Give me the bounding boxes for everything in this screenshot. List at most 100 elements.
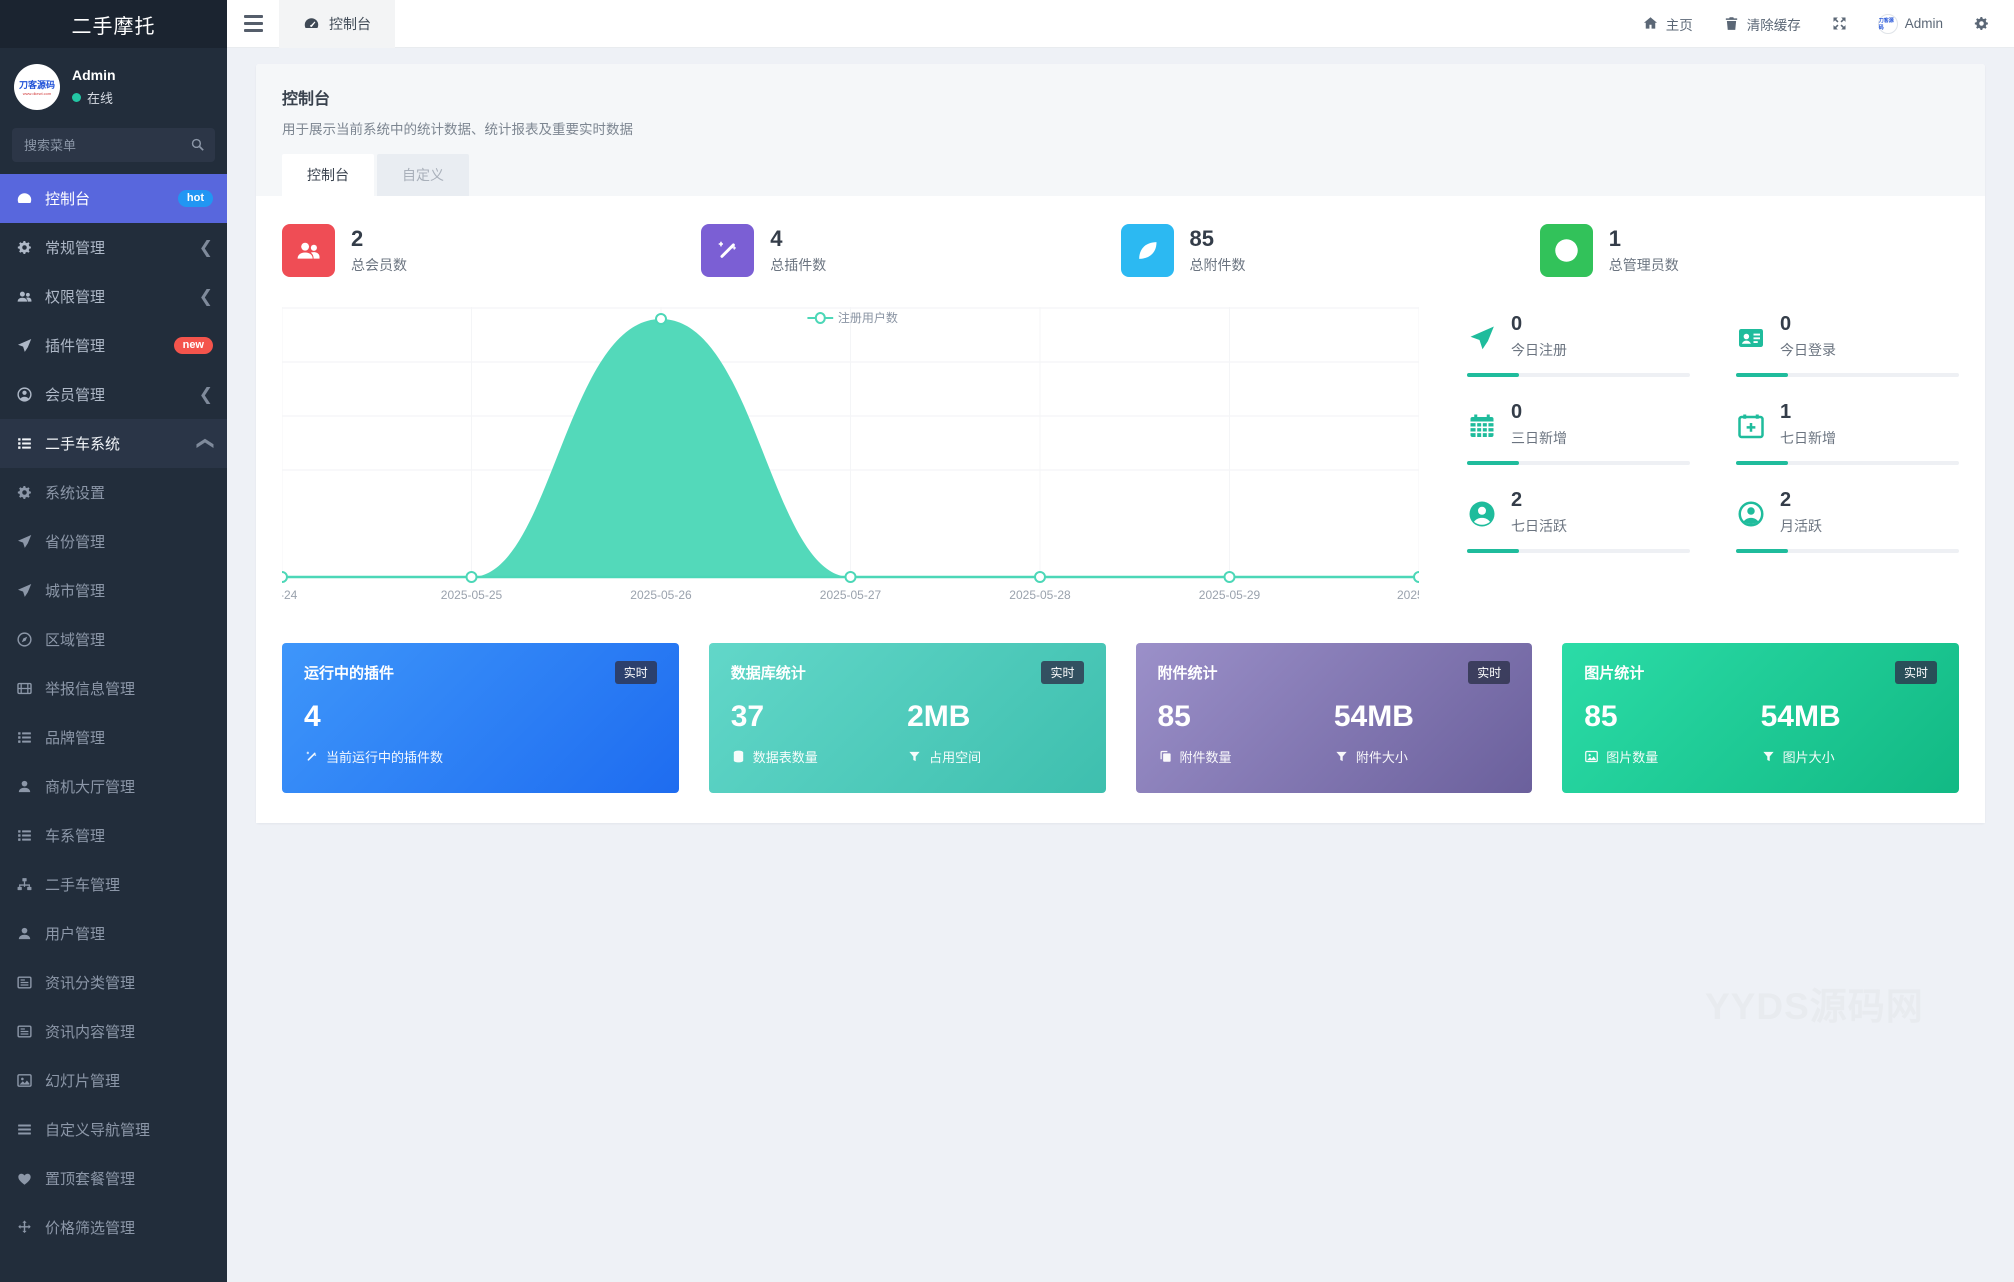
sidebar-item-9[interactable]: 区域管理 bbox=[0, 615, 227, 664]
mini-stat-value: 0 bbox=[1511, 401, 1567, 424]
sidebar-item-18[interactable]: 幻灯片管理 bbox=[0, 1056, 227, 1105]
sidebar-item-17[interactable]: 资讯内容管理 bbox=[0, 1007, 227, 1056]
idcard-icon bbox=[1736, 316, 1766, 360]
sidebar-item-8[interactable]: 城市管理 bbox=[0, 566, 227, 615]
admin-label: Admin bbox=[1905, 16, 1943, 31]
sidebar-item-12[interactable]: 商机大厅管理 bbox=[0, 762, 227, 811]
sidebar-item-5[interactable]: 二手车系统❮ bbox=[0, 419, 227, 468]
mini-stat-progress bbox=[1467, 549, 1690, 553]
avatar-subtext: www.dkewl.com bbox=[23, 91, 51, 96]
sidebar-item-label: 价格筛选管理 bbox=[45, 1217, 213, 1238]
search-icon[interactable] bbox=[189, 136, 206, 153]
clear-cache-button[interactable]: 清除缓存 bbox=[1723, 14, 1801, 34]
user-status-label: 在线 bbox=[87, 88, 113, 107]
home-icon bbox=[1642, 15, 1659, 32]
card-value: 85 bbox=[1584, 700, 1760, 735]
panel-body: 2 总会员数 4 总插件数 85 总附件数 1 总管理员数 05-242025-… bbox=[256, 196, 1985, 823]
panel-tab-0[interactable]: 控制台 bbox=[282, 154, 374, 196]
chevron-left-icon: ❮ bbox=[199, 288, 213, 305]
sidebar-item-3[interactable]: 插件管理new bbox=[0, 321, 227, 370]
mini-stat-value: 2 bbox=[1511, 489, 1567, 512]
user-icon bbox=[14, 925, 34, 942]
mini-stat-label: 今日登录 bbox=[1780, 340, 1836, 360]
wand-icon bbox=[714, 237, 741, 264]
news-icon bbox=[14, 974, 34, 991]
stat-label: 总附件数 bbox=[1190, 255, 1246, 275]
sidebar-item-label: 插件管理 bbox=[45, 335, 174, 356]
expand-icon bbox=[1831, 15, 1848, 32]
realtime-badge: 实时 bbox=[1468, 661, 1510, 684]
sidebar-item-label: 幻灯片管理 bbox=[45, 1070, 213, 1091]
sidebar-item-15[interactable]: 用户管理 bbox=[0, 909, 227, 958]
sidebar-item-0[interactable]: 控制台hot bbox=[0, 174, 227, 223]
chart-and-stats-row: 05-242025-05-252025-05-262025-05-272025-… bbox=[282, 307, 1959, 607]
plane-icon bbox=[14, 582, 34, 599]
sidebar-item-10[interactable]: 举报信息管理 bbox=[0, 664, 227, 713]
sidebar-item-21[interactable]: 价格筛选管理 bbox=[0, 1203, 227, 1252]
gauge-icon bbox=[14, 190, 34, 207]
stat-cards-row: 2 总会员数 4 总插件数 85 总附件数 1 总管理员数 bbox=[282, 224, 1959, 277]
sidebar-toggle-button[interactable] bbox=[227, 0, 279, 48]
sidebar-item-16[interactable]: 资讯分类管理 bbox=[0, 958, 227, 1007]
legend-label: 注册用户数 bbox=[838, 309, 898, 326]
page-subtitle: 用于展示当前系统中的统计数据、统计报表及重要实时数据 bbox=[282, 118, 1959, 138]
sidebar-item-11[interactable]: 品牌管理 bbox=[0, 713, 227, 762]
panel-tab-1[interactable]: 自定义 bbox=[377, 154, 469, 196]
fullscreen-button[interactable] bbox=[1831, 15, 1848, 32]
svg-text:2025-05-27: 2025-05-27 bbox=[820, 588, 882, 602]
user-name: Admin bbox=[72, 67, 116, 83]
stat-label: 总插件数 bbox=[770, 255, 826, 275]
sidebar-item-label: 区域管理 bbox=[45, 629, 213, 650]
avatar-text: 刀客源码 bbox=[19, 78, 55, 91]
funnel-icon bbox=[907, 749, 922, 764]
mini-stat-value: 0 bbox=[1780, 313, 1836, 336]
admin-menu[interactable]: 刀客源码 Admin bbox=[1878, 14, 1943, 34]
card-value: 4 bbox=[304, 700, 657, 735]
bulletlist-icon bbox=[14, 435, 34, 452]
sidebar-item-20[interactable]: 置顶套餐管理 bbox=[0, 1154, 227, 1203]
users-icon bbox=[14, 288, 34, 305]
svg-text:2025-05-25: 2025-05-25 bbox=[441, 588, 503, 602]
move-icon bbox=[14, 1219, 34, 1236]
registered-users-chart: 05-242025-05-252025-05-262025-05-272025-… bbox=[282, 307, 1419, 607]
sidebar-item-6[interactable]: 系统设置 bbox=[0, 468, 227, 517]
funnel-icon bbox=[1761, 749, 1776, 764]
sidebar-item-14[interactable]: 二手车管理 bbox=[0, 860, 227, 909]
copy-icon bbox=[1158, 749, 1173, 764]
mini-stat-label: 今日注册 bbox=[1511, 340, 1567, 360]
sidebar-item-4[interactable]: 会员管理❮ bbox=[0, 370, 227, 419]
mini-stat-5: 2 月活跃 bbox=[1736, 489, 1959, 553]
stat-value: 4 bbox=[770, 226, 826, 252]
gradient-card-1: 数据库统计 实时 37 数据表数量2MB 占用空间 bbox=[709, 643, 1106, 793]
mini-stat-4: 2 七日活跃 bbox=[1467, 489, 1690, 553]
card-title: 数据库统计 bbox=[731, 662, 806, 683]
sidebar-item-label: 系统设置 bbox=[45, 482, 213, 503]
news-icon bbox=[14, 1023, 34, 1040]
app-root: 二手摩托 刀客源码 www.dkewl.com Admin 在线 控制台hot常… bbox=[0, 0, 2014, 1282]
user-status: 在线 bbox=[72, 88, 116, 107]
plane-icon bbox=[14, 337, 34, 354]
sidebar-item-1[interactable]: 常规管理❮ bbox=[0, 223, 227, 272]
image-icon bbox=[1584, 749, 1599, 764]
sidebar-item-label: 二手车系统 bbox=[45, 433, 199, 454]
realtime-badge: 实时 bbox=[1895, 661, 1937, 684]
gradient-cards-row: 运行中的插件 实时 4 当前运行中的插件数数据库统计 实时 37 数据表数量2M… bbox=[282, 643, 1959, 793]
sidebar-item-label: 控制台 bbox=[45, 188, 178, 209]
avatar[interactable]: 刀客源码 www.dkewl.com bbox=[14, 64, 60, 110]
settings-button[interactable] bbox=[1973, 15, 1990, 32]
card-metric-label: 附件大小 bbox=[1356, 747, 1408, 766]
calendar-icon bbox=[1467, 404, 1497, 448]
sidebar-item-7[interactable]: 省份管理 bbox=[0, 517, 227, 566]
chart-legend[interactable]: 注册用户数 bbox=[807, 309, 898, 326]
sidebar-item-2[interactable]: 权限管理❮ bbox=[0, 272, 227, 321]
plane-icon bbox=[14, 533, 34, 550]
sidebar-item-19[interactable]: 自定义导航管理 bbox=[0, 1105, 227, 1154]
gradient-card-2: 附件统计 实时 85 附件数量54MB 附件大小 bbox=[1136, 643, 1533, 793]
sidebar-item-13[interactable]: 车系管理 bbox=[0, 811, 227, 860]
nav-tab-console[interactable]: 控制台 bbox=[279, 0, 395, 48]
search-input[interactable] bbox=[12, 128, 215, 162]
sidebar-item-label: 车系管理 bbox=[45, 825, 213, 846]
home-link[interactable]: 主页 bbox=[1642, 14, 1693, 34]
stat-card-2: 85 总附件数 bbox=[1121, 224, 1540, 277]
sidebar-item-label: 常规管理 bbox=[45, 237, 199, 258]
